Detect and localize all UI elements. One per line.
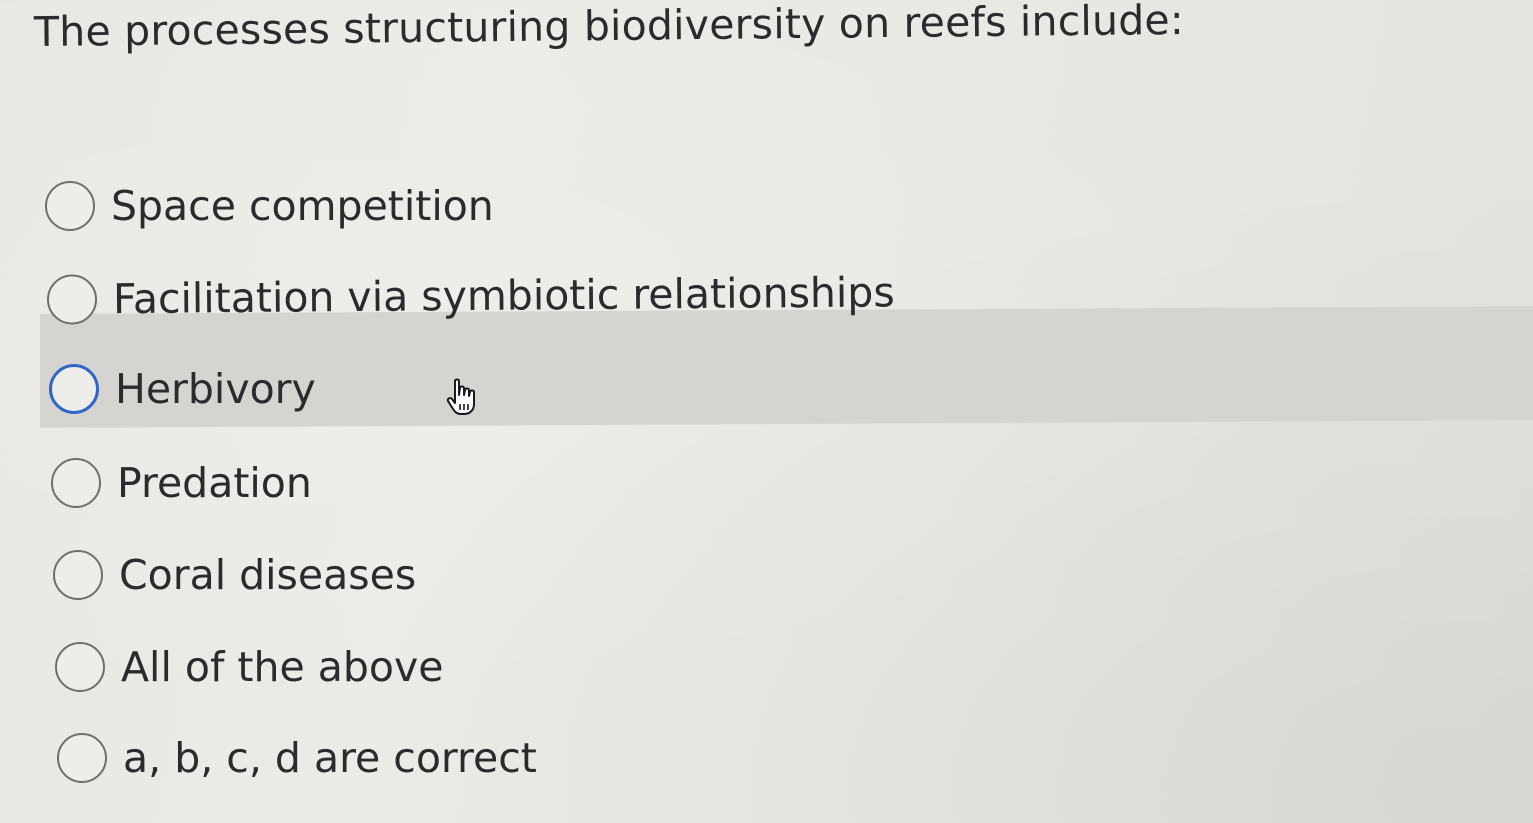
hand-pointer-icon <box>446 377 482 417</box>
option-label: a, b, c, d are correct <box>123 734 537 782</box>
option-label: Predation <box>117 459 312 507</box>
option-facilitation[interactable]: Facilitation via symbiotic relationships <box>46 262 895 329</box>
option-all-of-the-above[interactable]: All of the above <box>55 637 443 697</box>
radio-button[interactable] <box>53 550 103 600</box>
radio-button[interactable] <box>49 364 99 414</box>
option-space-competition[interactable]: Space competition <box>45 176 494 236</box>
option-herbivory[interactable]: Herbivory <box>49 359 316 419</box>
answer-options: Space competition Facilitation via symbi… <box>0 0 1533 823</box>
option-label: Herbivory <box>115 365 316 413</box>
option-label: Facilitation via symbiotic relationships <box>112 268 895 324</box>
option-label: All of the above <box>121 643 444 691</box>
option-a-b-c-d-correct[interactable]: a, b, c, d are correct <box>57 728 537 788</box>
radio-button[interactable] <box>57 733 107 783</box>
option-predation[interactable]: Predation <box>51 453 312 513</box>
option-coral-diseases[interactable]: Coral diseases <box>53 545 416 605</box>
option-label: Coral diseases <box>119 551 417 599</box>
option-label: Space competition <box>111 182 494 230</box>
radio-button[interactable] <box>55 642 105 692</box>
radio-button[interactable] <box>46 274 98 325</box>
radio-button[interactable] <box>51 458 101 508</box>
radio-button[interactable] <box>45 181 95 231</box>
